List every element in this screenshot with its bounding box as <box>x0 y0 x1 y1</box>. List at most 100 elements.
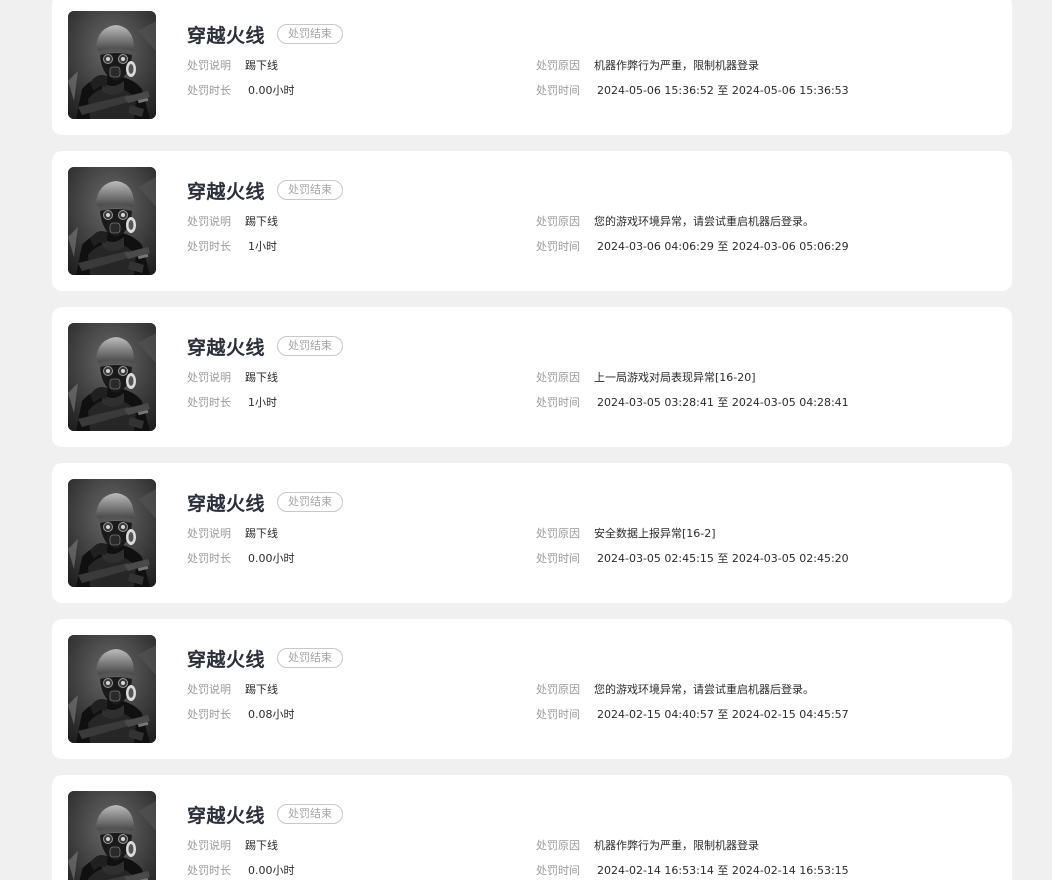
field-label: 处罚时长 <box>187 84 231 97</box>
field-label: 处罚说明 <box>187 215 231 228</box>
penalty-duration: 处罚时长 0.00小时 <box>187 84 295 98</box>
game-title: 穿越火线 <box>187 336 266 359</box>
penalty-time: 处罚时间 2024-05-06 15:36:52 至 2024-05-06 15:… <box>536 84 849 98</box>
penalty-duration: 处罚时长 1小时 <box>187 240 277 254</box>
penalty-duration: 处罚时长 0.08小时 <box>187 708 295 722</box>
field-value: 0.00小时 <box>248 84 295 97</box>
field-label: 处罚时长 <box>187 708 231 721</box>
penalty-record-card: 穿越火线 处罚结束 处罚说明 踢下线 处罚时长 1小时 处罚原因 上一局游戏对局表现异… <box>52 307 1012 447</box>
penalty-record-list: 穿越火线 处罚结束 处罚说明 踢下线 处罚时长 0.00小时 处罚原因 机器作弊行为严… <box>0 0 1052 880</box>
field-value: 机器作弊行为严重，限制机器登录 <box>594 839 759 852</box>
field-value: 2024-03-05 03:28:41 至 2024-03-05 04:28:4… <box>597 396 849 409</box>
field-value: 踢下线 <box>245 371 278 384</box>
soldier-avatar-icon <box>68 791 156 880</box>
field-value: 踢下线 <box>245 839 278 852</box>
field-label: 处罚原因 <box>536 839 580 852</box>
field-label: 处罚原因 <box>536 683 580 696</box>
field-value: 2024-05-06 15:36:52 至 2024-05-06 15:36:5… <box>597 84 849 97</box>
field-value: 您的游戏环境异常，请尝试重启机器后登录。 <box>594 215 814 228</box>
field-label: 处罚时长 <box>187 864 231 877</box>
penalty-reason: 处罚原因 安全数据上报异常[16-2] <box>536 527 716 541</box>
penalty-time: 处罚时间 2024-02-14 16:53:14 至 2024-02-14 16:… <box>536 864 849 878</box>
penalty-description: 处罚说明 踢下线 <box>187 59 278 73</box>
penalty-reason: 处罚原因 您的游戏环境异常，请尝试重启机器后登录。 <box>536 683 814 697</box>
penalty-time: 处罚时间 2024-03-05 03:28:41 至 2024-03-05 04:… <box>536 396 849 410</box>
field-label: 处罚说明 <box>187 371 231 384</box>
field-value: 上一局游戏对局表现异常[16-20] <box>594 371 756 384</box>
field-value: 踢下线 <box>245 527 278 540</box>
penalty-record-card: 穿越火线 处罚结束 处罚说明 踢下线 处罚时长 0.00小时 处罚原因 机器作弊行为严… <box>52 775 1012 880</box>
status-badge: 处罚结束 <box>277 180 344 200</box>
penalty-time: 处罚时间 2024-03-05 02:45:15 至 2024-03-05 02:… <box>536 552 849 566</box>
game-avatar <box>68 11 156 119</box>
penalty-reason: 处罚原因 您的游戏环境异常，请尝试重启机器后登录。 <box>536 215 814 229</box>
field-value: 2024-02-14 16:53:14 至 2024-02-14 16:53:1… <box>597 864 849 877</box>
field-label: 处罚时间 <box>536 84 580 97</box>
soldier-avatar-icon <box>68 479 156 587</box>
field-label: 处罚时长 <box>187 240 231 253</box>
status-badge: 处罚结束 <box>277 24 344 44</box>
field-label: 处罚时间 <box>536 552 580 565</box>
field-label: 处罚时长 <box>187 552 231 565</box>
game-avatar <box>68 791 156 880</box>
field-label: 处罚时间 <box>536 864 580 877</box>
penalty-reason: 处罚原因 机器作弊行为严重，限制机器登录 <box>536 59 759 73</box>
penalty-duration: 处罚时长 0.00小时 <box>187 864 295 878</box>
penalty-duration: 处罚时长 0.00小时 <box>187 552 295 566</box>
field-label: 处罚时间 <box>536 708 580 721</box>
field-value: 1小时 <box>248 396 277 409</box>
field-value: 2024-02-15 04:40:57 至 2024-02-15 04:45:5… <box>597 708 849 721</box>
status-badge: 处罚结束 <box>277 804 344 824</box>
field-label: 处罚原因 <box>536 371 580 384</box>
soldier-avatar-icon <box>68 11 156 119</box>
soldier-avatar-icon <box>68 635 156 743</box>
game-title: 穿越火线 <box>187 24 266 47</box>
penalty-description: 处罚说明 踢下线 <box>187 839 278 853</box>
field-value: 您的游戏环境异常，请尝试重启机器后登录。 <box>594 683 814 696</box>
field-label: 处罚时间 <box>536 396 580 409</box>
penalty-record-card: 穿越火线 处罚结束 处罚说明 踢下线 处罚时长 0.00小时 处罚原因 机器作弊行为严… <box>52 0 1012 135</box>
game-avatar <box>68 479 156 587</box>
penalty-record-card: 穿越火线 处罚结束 处罚说明 踢下线 处罚时长 0.00小时 处罚原因 安全数据上报异… <box>52 463 1012 603</box>
penalty-description: 处罚说明 踢下线 <box>187 215 278 229</box>
penalty-time: 处罚时间 2024-03-06 04:06:29 至 2024-03-06 05:… <box>536 240 849 254</box>
penalty-reason: 处罚原因 上一局游戏对局表现异常[16-20] <box>536 371 756 385</box>
game-title: 穿越火线 <box>187 804 266 827</box>
field-value: 0.08小时 <box>248 708 295 721</box>
field-label: 处罚说明 <box>187 839 231 852</box>
field-label: 处罚说明 <box>187 683 231 696</box>
penalty-time: 处罚时间 2024-02-15 04:40:57 至 2024-02-15 04:… <box>536 708 849 722</box>
field-value: 0.00小时 <box>248 552 295 565</box>
field-value: 安全数据上报异常[16-2] <box>594 527 716 540</box>
field-value: 1小时 <box>248 240 277 253</box>
status-badge: 处罚结束 <box>277 648 344 668</box>
soldier-avatar-icon <box>68 167 156 275</box>
field-label: 处罚原因 <box>536 59 580 72</box>
field-value: 踢下线 <box>245 215 278 228</box>
field-value: 2024-03-05 02:45:15 至 2024-03-05 02:45:2… <box>597 552 849 565</box>
penalty-record-card: 穿越火线 处罚结束 处罚说明 踢下线 处罚时长 1小时 处罚原因 您的游戏环境异常，请… <box>52 151 1012 291</box>
game-avatar <box>68 323 156 431</box>
field-value: 0.00小时 <box>248 864 295 877</box>
penalty-description: 处罚说明 踢下线 <box>187 527 278 541</box>
field-label: 处罚原因 <box>536 215 580 228</box>
field-label: 处罚时间 <box>536 240 580 253</box>
penalty-description: 处罚说明 踢下线 <box>187 371 278 385</box>
status-badge: 处罚结束 <box>277 336 344 356</box>
game-title: 穿越火线 <box>187 180 266 203</box>
field-label: 处罚原因 <box>536 527 580 540</box>
penalty-reason: 处罚原因 机器作弊行为严重，限制机器登录 <box>536 839 759 853</box>
field-label: 处罚说明 <box>187 527 231 540</box>
field-value: 踢下线 <box>245 59 278 72</box>
penalty-description: 处罚说明 踢下线 <box>187 683 278 697</box>
field-value: 2024-03-06 04:06:29 至 2024-03-06 05:06:2… <box>597 240 849 253</box>
status-badge: 处罚结束 <box>277 492 344 512</box>
game-avatar <box>68 635 156 743</box>
penalty-record-card: 穿越火线 处罚结束 处罚说明 踢下线 处罚时长 0.08小时 处罚原因 您的游戏环境异… <box>52 619 1012 759</box>
soldier-avatar-icon <box>68 323 156 431</box>
penalty-duration: 处罚时长 1小时 <box>187 396 277 410</box>
game-title: 穿越火线 <box>187 648 266 671</box>
field-label: 处罚时长 <box>187 396 231 409</box>
field-value: 踢下线 <box>245 683 278 696</box>
game-avatar <box>68 167 156 275</box>
